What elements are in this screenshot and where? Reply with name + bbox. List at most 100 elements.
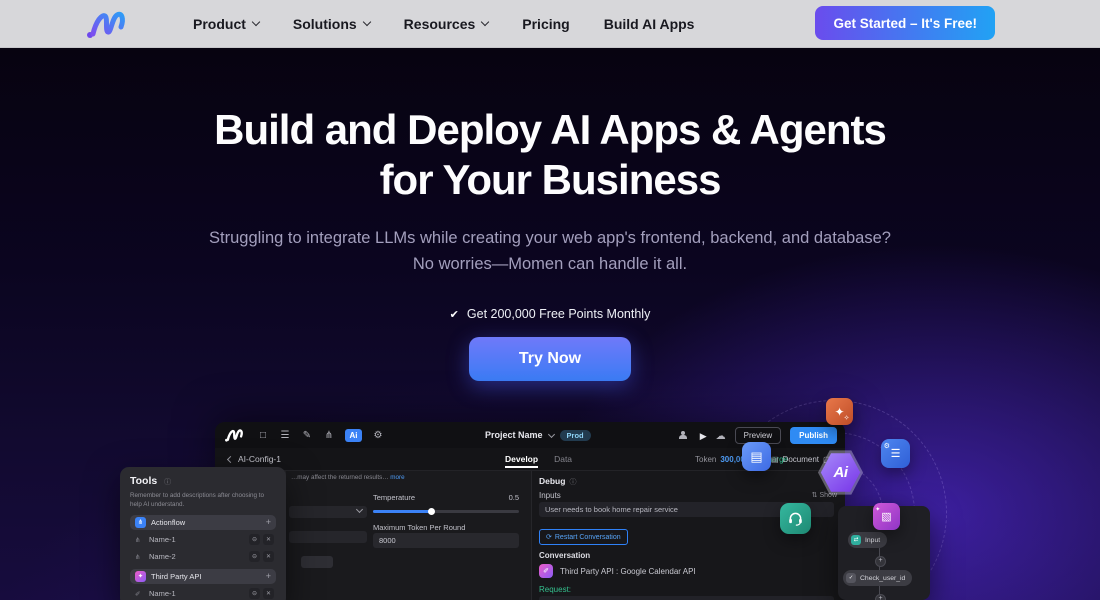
play-icon[interactable]: [700, 426, 707, 444]
delete-icon[interactable]: [263, 534, 274, 545]
database-icon[interactable]: [279, 430, 291, 441]
project-name: Project Name: [485, 430, 543, 440]
title-line-1: Build and Deploy AI Apps & Agents: [0, 105, 1100, 155]
conversation-label: Conversation: [539, 551, 590, 560]
restart-label: Restart Conversation: [555, 534, 621, 541]
chevron-left-icon: [227, 455, 234, 462]
model-select[interactable]: [289, 506, 367, 518]
config-field[interactable]: [289, 531, 367, 543]
cloud-icon[interactable]: [716, 426, 726, 444]
title-line-2: for Your Business: [0, 155, 1100, 205]
nav-item-pricing[interactable]: Pricing: [522, 16, 569, 32]
tab-data[interactable]: Data: [554, 454, 572, 464]
document-icon: [750, 448, 762, 466]
input-node-icon: ⇄: [851, 535, 861, 545]
app-logo-icon[interactable]: [223, 427, 245, 443]
disable-icon[interactable]: [249, 534, 260, 545]
tool-item-label: Name-1: [149, 589, 244, 598]
tab-develop[interactable]: Develop: [505, 450, 538, 468]
check-icon: [450, 307, 459, 321]
info-icon: ⓘ: [164, 479, 171, 486]
delete-icon[interactable]: [263, 588, 274, 599]
temperature-slider[interactable]: [373, 510, 519, 513]
tool-item[interactable]: ⋔ Name-2: [130, 550, 276, 564]
get-started-button[interactable]: Get Started – It's Free!: [815, 6, 995, 40]
slider-fill: [373, 510, 431, 513]
info-icon: ⓘ: [569, 479, 576, 486]
breadcrumb-label: AI-Config-1: [238, 454, 281, 464]
document-link[interactable]: Document: [771, 455, 831, 464]
flow-icon: ⋔: [135, 553, 144, 561]
image-ai-chip[interactable]: [873, 503, 900, 530]
actionflow-icon[interactable]: [323, 430, 335, 441]
nav-item-label: Solutions: [293, 16, 357, 32]
preview-button[interactable]: Preview: [735, 427, 781, 444]
nav-item-build-ai-apps[interactable]: Build AI Apps: [604, 16, 695, 32]
breadcrumb[interactable]: AI-Config-1: [228, 454, 281, 464]
publish-button[interactable]: Publish: [790, 427, 837, 444]
disable-icon[interactable]: [249, 588, 260, 599]
conversation-item[interactable]: Third Party API : Google Calendar API: [539, 564, 696, 578]
headset-icon: [787, 510, 804, 527]
more-link[interactable]: more: [390, 474, 404, 481]
subtitle-line-1: Struggling to integrate LLMs while creat…: [0, 226, 1100, 252]
gear-icon[interactable]: [372, 430, 384, 441]
momen-logo[interactable]: [85, 7, 127, 41]
tool-group-label: Third Party API: [151, 572, 261, 581]
tool-item-actions: [249, 551, 274, 562]
chevron-down-icon: [481, 18, 489, 26]
ai-tab-chip[interactable]: Ai: [345, 429, 362, 442]
chevron-down-icon: [356, 506, 363, 513]
chevron-down-icon: [252, 18, 260, 26]
nav-item-resources[interactable]: Resources: [404, 16, 489, 32]
temperature-label: Temperature: [373, 493, 415, 502]
token-label: Token: [695, 455, 716, 464]
tool-item-actions: [249, 534, 274, 545]
collaborators-icon[interactable]: [679, 431, 691, 440]
support-agent-chip[interactable]: [780, 503, 811, 534]
tools-title: Tools ⓘ: [130, 475, 276, 487]
add-icon[interactable]: +: [266, 571, 271, 581]
node-input[interactable]: ⇄ Input: [848, 532, 887, 548]
tool-group-actionflow[interactable]: ⋔ Actionflow +: [130, 515, 276, 530]
add-node-button[interactable]: +: [875, 556, 886, 567]
chevron-down-icon: [362, 18, 370, 26]
pen-icon: ✐: [135, 590, 144, 598]
node-check-user-id[interactable]: ✓ Check_user_id: [843, 570, 912, 586]
slider-knob[interactable]: [428, 508, 435, 515]
try-now-button[interactable]: Try Now: [469, 337, 631, 381]
database-config-chip[interactable]: [881, 439, 910, 468]
conversation-item-label: Third Party API : Google Calendar API: [560, 567, 696, 576]
sparkles-icon: [834, 405, 844, 419]
design-icon[interactable]: [301, 430, 313, 441]
pages-icon[interactable]: [257, 430, 269, 441]
delete-icon[interactable]: [263, 551, 274, 562]
project-selector[interactable]: Project Name Prod: [485, 430, 591, 441]
debug-title: Debugⓘ: [539, 476, 576, 487]
nav-item-solutions[interactable]: Solutions: [293, 16, 370, 32]
max-token-input[interactable]: 8000: [373, 533, 519, 548]
inputs-label: Inputs: [539, 491, 561, 500]
restart-conversation-button[interactable]: Restart Conversation: [539, 529, 628, 545]
document-label: Document: [783, 455, 819, 464]
env-badge: Prod: [560, 430, 591, 441]
third-party-api-icon: [539, 564, 553, 578]
document-chip[interactable]: [742, 442, 771, 471]
disable-icon[interactable]: [249, 551, 260, 562]
app-toolbar-icons: Ai: [257, 429, 384, 442]
develop-data-tabs: Develop Data: [505, 448, 572, 470]
tool-group-third-party-api[interactable]: ✦ Third Party API +: [130, 569, 276, 584]
ai-generate-chip[interactable]: [826, 398, 853, 425]
nav-links: Product Solutions Resources Pricing Buil…: [193, 16, 694, 32]
config-mini-field[interactable]: [301, 556, 333, 568]
ai-hexagon: Ai: [820, 452, 861, 493]
tool-item[interactable]: ⋔ Name-1: [130, 533, 276, 547]
tools-panel: Tools ⓘ Remember to add descriptions aft…: [120, 467, 286, 600]
add-icon[interactable]: +: [266, 517, 271, 527]
tool-item[interactable]: ✐ Name-1: [130, 587, 276, 600]
nav-item-product[interactable]: Product: [193, 16, 259, 32]
add-node-button[interactable]: +: [875, 594, 886, 600]
free-points-bullet: Get 200,000 Free Points Monthly: [0, 307, 1100, 321]
landing-page: Product Solutions Resources Pricing Buil…: [0, 0, 1100, 600]
tools-description: Remember to add descriptions after choos…: [130, 491, 276, 510]
